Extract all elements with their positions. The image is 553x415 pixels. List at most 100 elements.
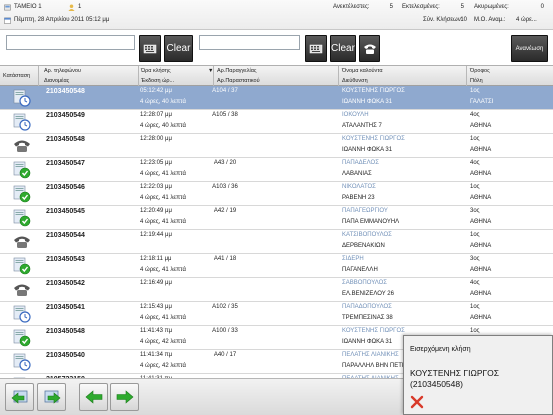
header-distributor[interactable]: Διανομέας: [44, 78, 69, 84]
row-city: ΑΘΗΝΑ: [470, 267, 492, 273]
keyboard-button-1[interactable]: [139, 35, 161, 62]
row-city: ΑΘΗΝΑ: [470, 315, 492, 321]
row-call-time: 12:18:11 μμ: [140, 256, 172, 262]
row-customer-name: ΣΙΔΕΡΗ: [342, 256, 364, 262]
telephone-icon: [14, 284, 30, 296]
incoming-call-popup[interactable]: Εισερχόμενη κλήση ΚΟΥΣΤΕΝΗΣ ΓΙΩΡΓΟΣ (210…: [403, 335, 553, 415]
previous-page-button[interactable]: [79, 383, 108, 411]
row-phone: 2103450545: [46, 208, 85, 215]
row-customer-name: ΚΟΥΣΤΕΝΗΣ ΓΙΩΡΓΟΣ: [342, 88, 405, 94]
row-city: ΑΘΗΝΑ: [470, 291, 492, 297]
table-row[interactable]: 2103450548 12:28:00 μμ ΚΟΥΣΤΕΝΗΣ ΓΙΩΡΓΟΣ ΙΩ…: [0, 134, 553, 158]
row-floor: 1ος: [470, 88, 480, 94]
header-phone[interactable]: Αρ. τηλεφώνου: [44, 68, 81, 74]
row-order-no: A102 / 35: [212, 304, 238, 310]
row-address: ΠΑΡΑΛΛΗΛ ΒΗΝ ΠΕΤΡ: [342, 363, 406, 369]
row-elapsed: 4 ώρες, 41 λεπτά: [140, 171, 186, 177]
register-label: ΤΑΜΕΙΟ 1: [14, 4, 42, 10]
table-row[interactable]: 2103450549 12:28:07 μμ 4 ώρες, 40 λεπτά A10…: [0, 110, 553, 134]
row-elapsed: 4 ώρες, 41 λεπτά: [140, 315, 186, 321]
cancelled-label: Ακυρωμένες:: [474, 4, 509, 10]
row-city: ΑΘΗΝΑ: [470, 147, 492, 153]
pending-label: Ανεκτέλεστες:: [333, 4, 370, 10]
clock-icon: [13, 305, 31, 323]
cancelled-value: 0: [540, 4, 544, 10]
telephone-icon: [14, 140, 30, 152]
table-row[interactable]: 2103450547 12:23:05 μμ 4 ώρες, 41 λεπτά A43…: [0, 158, 553, 182]
table-row[interactable]: 2103450546 12:22:03 μμ 4 ώρες, 41 λεπτά A10…: [0, 182, 553, 206]
row-city: ΑΘΗΝΑ: [470, 243, 492, 249]
row-call-time: 12:22:03 μμ: [140, 184, 172, 190]
row-order-no: A104 / 37: [212, 88, 238, 94]
header-call-time[interactable]: Ώρα κλήσης: [141, 68, 171, 74]
header-city[interactable]: Πόλη: [470, 78, 483, 84]
executed-label: Εκτελεσμένες:: [402, 4, 440, 10]
table-row[interactable]: 2103450545 12:20:49 μμ 4 ώρες, 41 λεπτά A42…: [0, 206, 553, 230]
row-address: ΑΤΑΛΑΝΤΗΣ 7: [342, 123, 382, 129]
keyboard-button-2[interactable]: [305, 35, 327, 62]
row-order-no: A100 / 33: [212, 328, 238, 334]
table-row[interactable]: 2103450541 12:15:43 μμ 4 ώρες, 41 λεπτά A10…: [0, 302, 553, 326]
header-address[interactable]: Διεύθυνση: [342, 78, 368, 84]
table-row[interactable]: 2103450548 05:12:42 μμ 4 ώρες, 40 λεπτά A10…: [0, 86, 553, 110]
clear-button-2[interactable]: Clear: [330, 35, 356, 62]
caller-name: ΚΟΥΣΤΕΝΗΣ ΓΙΩΡΓΟΣ: [410, 368, 500, 378]
row-customer-name: ΠΕΛΑΤΗΣ ΛΙΑΝΙΚΗΣ: [342, 352, 399, 358]
row-customer-name: ΠΑΠΑΔΕΛΟΣ: [342, 160, 379, 166]
table-row[interactable]: 2103450544 12:19:44 μμ ΚΑΤΣΙΒΟΠΟΥΛΟΣ ΔΕΡΒΕΝ…: [0, 230, 553, 254]
executed-value: 5: [460, 4, 464, 10]
row-elapsed: 4 ώρες, 42 λεπτά: [140, 363, 186, 369]
row-customer-name: ΚΟΥΣΤΕΝΗΣ ΓΙΩΡΓΟΣ: [342, 136, 405, 142]
row-phone: 2103450547: [46, 160, 85, 167]
header-status[interactable]: Κατάσταση: [3, 73, 30, 79]
current-datetime: Πέμπτη, 28 Απριλίου 2011 05:12 μμ: [14, 17, 110, 23]
row-floor: 4ος: [470, 280, 480, 286]
header-floor[interactable]: Όροφος: [470, 68, 490, 74]
row-customer-name: ΙΟΚΟΥΛΗ: [342, 112, 369, 118]
header-issue-time[interactable]: Έκδοση ώρ...: [141, 78, 174, 84]
row-elapsed: 4 ώρες, 40 λεπτά: [140, 99, 186, 105]
header-receipt-no[interactable]: Αρ.Παραστατικού: [217, 78, 260, 84]
row-elapsed: 4 ώρες, 41 λεπτά: [140, 195, 186, 201]
row-elapsed: 4 ώρες, 42 λεπτά: [140, 339, 186, 345]
table-row[interactable]: 2103450543 12:18:11 μμ 4 ώρες, 41 λεπτά A41…: [0, 254, 553, 278]
row-phone: 2103450548: [46, 328, 85, 335]
row-customer-name: ΚΑΤΣΙΒΟΠΟΥΛΟΣ: [342, 232, 392, 238]
keyboard-icon: [309, 44, 323, 53]
header-order-no[interactable]: Αρ.Παραγγελίας: [217, 68, 257, 74]
close-icon[interactable]: [410, 395, 424, 409]
row-elapsed: 4 ώρες, 41 λεπτά: [140, 267, 186, 273]
row-phone: 2103450543: [46, 256, 85, 263]
row-phone: 2103450549: [46, 112, 85, 119]
first-page-button[interactable]: [5, 383, 34, 411]
row-phone: 2103450548: [46, 88, 85, 95]
row-call-time: 12:28:07 μμ: [140, 112, 172, 118]
table-row[interactable]: 2103450542 12:16:49 μμ ΣΑΒΒΟΠΟΥΛΟΣ ΕΛ.ΒΕΝΙΖ…: [0, 278, 553, 302]
row-address: ΤΡΕΜΠΕΣΙΝΑΣ 38: [342, 315, 393, 321]
row-address: ΕΛ.ΒΕΝΙΖΕΛΟΥ 26: [342, 291, 394, 297]
check-icon: [13, 329, 31, 347]
clear-button-1[interactable]: Clear: [164, 35, 193, 62]
row-city: ΑΘΗΝΑ: [470, 171, 492, 177]
row-call-time: 12:23:05 μμ: [140, 160, 172, 166]
row-address: ΠΑΓΑΝΕΛΛΗ: [342, 267, 378, 273]
table-header: Κατάσταση Αρ. τηλεφώνου Διανομέας Ώρα κλ…: [0, 65, 553, 87]
header-customer-name[interactable]: Όνομα καλούντα: [342, 68, 383, 74]
last-page-button[interactable]: [37, 383, 66, 411]
row-elapsed: 4 ώρες, 41 λεπτά: [140, 219, 186, 225]
row-customer-name: ΝΙΚΟΛΑΤΟΣ: [342, 184, 376, 190]
row-phone: 2103450548: [46, 136, 85, 143]
total-calls-value: 10: [460, 17, 467, 23]
undo-double-arrow-icon: [11, 390, 27, 404]
next-page-button[interactable]: [110, 383, 139, 411]
search-input-name[interactable]: [199, 35, 300, 50]
row-customer-name: ΣΑΒΒΟΠΟΥΛΟΣ: [342, 280, 388, 286]
user-icon: [68, 4, 75, 11]
row-city: ΓΑΛΑΤΣΙ: [470, 99, 494, 105]
row-call-time: 12:20:49 μμ: [140, 208, 172, 214]
arrow-left-icon: [85, 390, 102, 404]
phone-button[interactable]: [359, 35, 380, 62]
row-address: ΠΑΠΑ ΕΜΜΑΝΟΥΗΛ: [342, 219, 400, 225]
refresh-button[interactable]: Ανανέωση: [511, 35, 548, 62]
search-input-phone[interactable]: [6, 35, 135, 50]
